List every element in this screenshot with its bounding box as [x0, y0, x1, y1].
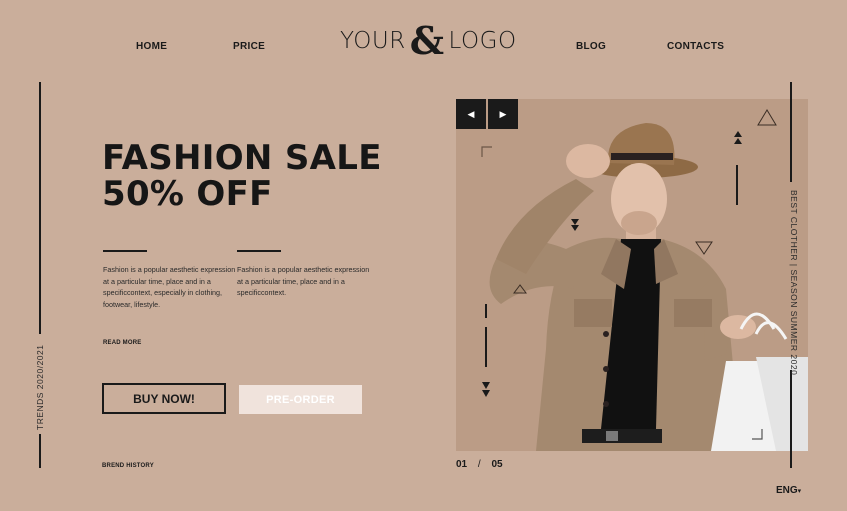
left-divider-top	[39, 82, 41, 334]
read-more-link[interactable]: READ MORE	[103, 340, 141, 346]
pager-separator: /	[477, 459, 481, 470]
nav-price[interactable]: PRICE	[233, 41, 265, 52]
pre-order-button[interactable]: PRE-ORDER	[239, 385, 362, 414]
nav-contacts[interactable]: CONTACTS	[667, 41, 724, 52]
season-label: BEST CLOTHER | SEASON SUMMER 2020	[789, 190, 799, 376]
right-divider-bottom	[790, 370, 792, 468]
description-left: Fashion is a popular aesthetic expressio…	[103, 265, 236, 309]
headline-line-1: FASHION SALE	[102, 138, 382, 178]
rule-left	[103, 250, 147, 252]
slide-pager: 01 / 05	[456, 459, 503, 470]
rule-right	[237, 250, 281, 252]
logo[interactable]: YOUR & LOGO	[340, 22, 517, 60]
headline-line-2: 50% OFF	[102, 174, 273, 214]
current-slide: 01	[456, 459, 468, 470]
description-right: Fashion is a popular aesthetic expressio…	[237, 265, 370, 297]
triangle-outline-icon	[757, 109, 777, 126]
nav-blog[interactable]: BLOG	[576, 41, 606, 52]
next-slide-button[interactable]: ▶	[488, 99, 518, 129]
arrow-right-icon: ▶	[499, 108, 507, 119]
language-label: ENG	[776, 485, 798, 496]
buy-now-button[interactable]: BUY NOW!	[102, 383, 226, 414]
right-divider-top	[790, 82, 792, 182]
total-slides: 05	[491, 459, 503, 470]
logo-text-left: YOUR	[340, 28, 406, 54]
arrow-left-icon: ◀	[467, 108, 475, 119]
double-up-arrow-icon	[734, 131, 742, 144]
chevron-down-icon: ▾	[797, 488, 802, 495]
hero-headline: FASHION SALE 50% OFF	[102, 140, 382, 212]
brand-history-link[interactable]: BREND HISTORY	[102, 463, 154, 469]
photo-right-tick	[736, 165, 738, 205]
left-divider-bottom	[39, 434, 41, 468]
prev-slide-button[interactable]: ◀	[456, 99, 486, 129]
nav-home[interactable]: HOME	[136, 41, 167, 52]
model-illustration	[456, 99, 808, 451]
trends-label: TRENDS 2020/2021	[35, 344, 45, 431]
logo-ampersand: &	[409, 18, 445, 63]
logo-text-right: LOGO	[448, 28, 517, 54]
language-selector[interactable]: ENG▾	[776, 485, 801, 496]
hero-photo	[456, 99, 808, 451]
